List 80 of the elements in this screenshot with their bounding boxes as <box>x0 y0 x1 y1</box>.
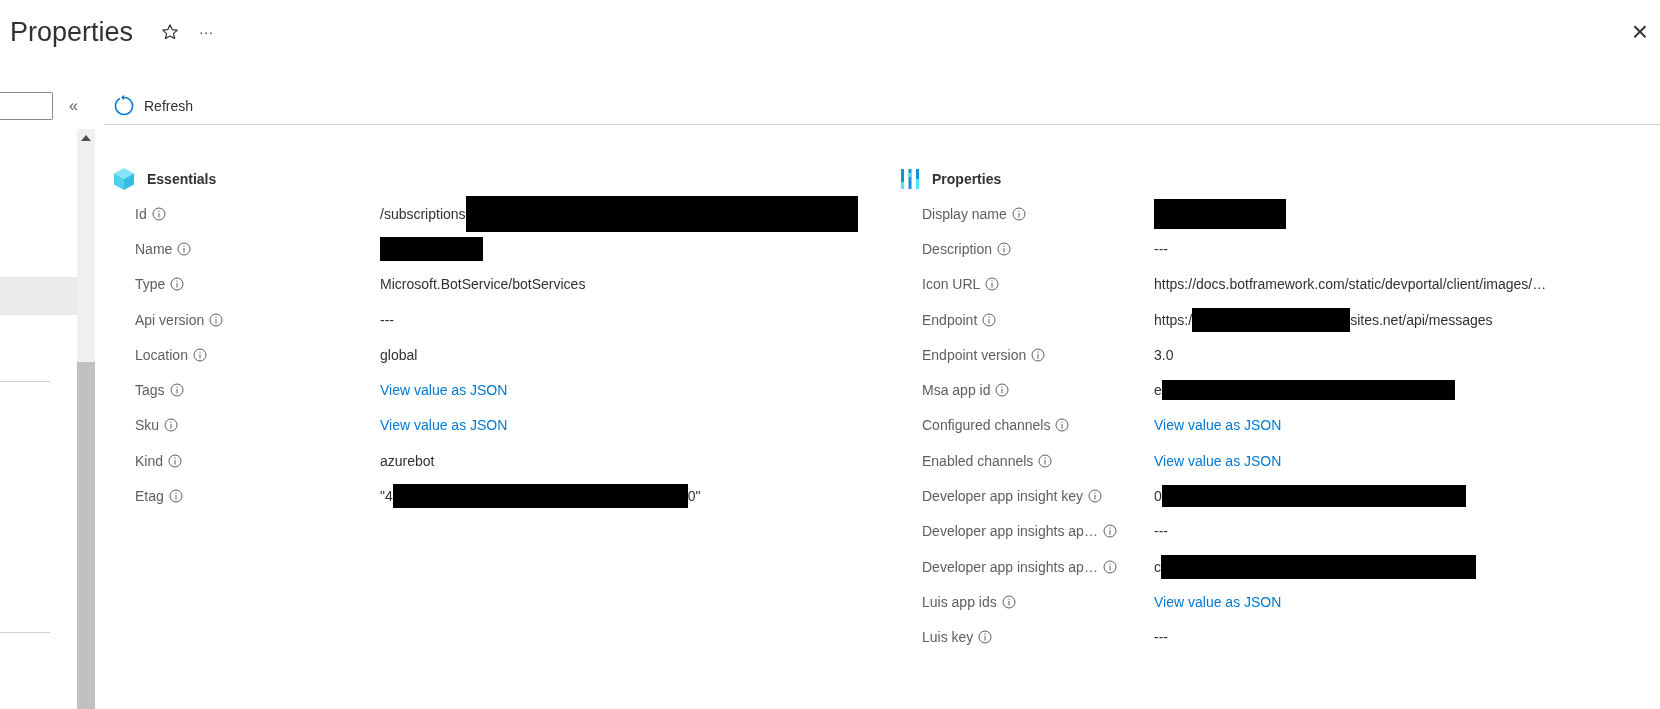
property-label: Luis app ids <box>922 593 997 610</box>
property-label: Api version <box>135 311 205 328</box>
cube-icon <box>113 167 135 191</box>
property-value: --- <box>1154 629 1168 646</box>
info-icon[interactable] <box>982 312 997 327</box>
info-icon[interactable] <box>995 383 1010 398</box>
star-icon[interactable] <box>161 23 180 41</box>
info-icon[interactable] <box>151 206 166 221</box>
property-value: --- <box>1154 240 1168 257</box>
property-label: Etag <box>135 488 164 504</box>
property-label: Luis key <box>922 629 974 646</box>
property-value: sites.net/api/messages <box>1350 311 1493 328</box>
info-icon[interactable] <box>168 453 183 468</box>
property-value: 0" <box>687 488 701 504</box>
property-label: Msa app id <box>922 382 991 399</box>
property-label: Configured channels <box>922 417 1051 434</box>
info-icon[interactable] <box>997 241 1012 256</box>
info-icon[interactable] <box>169 383 184 398</box>
property-label: Sku <box>135 417 160 434</box>
info-icon[interactable] <box>1001 594 1016 609</box>
info-icon[interactable] <box>1102 559 1117 574</box>
more-button[interactable]: ··· <box>199 25 214 39</box>
info-icon[interactable] <box>170 277 185 292</box>
property-label: Developer app insights ap… <box>922 558 1098 575</box>
property-label: Description <box>922 240 993 257</box>
property-value: global <box>380 346 418 363</box>
property-label: Display name <box>922 205 1007 222</box>
page-title: Properties <box>10 16 134 48</box>
property-value: 0 <box>1154 488 1162 504</box>
property-label: Developer app insight key <box>922 488 1084 504</box>
bars-icon <box>900 167 920 191</box>
property-value: e <box>1154 382 1162 399</box>
property-label: Kind <box>135 452 164 469</box>
info-icon[interactable] <box>1031 347 1046 362</box>
property-label: Id <box>135 205 147 222</box>
view-json-link[interactable]: View value as JSON <box>1154 417 1282 434</box>
section-title: Essentials <box>147 171 217 187</box>
info-icon[interactable] <box>1088 489 1103 503</box>
section-title: Properties <box>932 171 1002 187</box>
info-icon[interactable] <box>192 347 207 362</box>
view-json-link[interactable]: View value as JSON <box>380 417 508 434</box>
info-icon[interactable] <box>164 418 179 433</box>
refresh-icon[interactable] <box>113 95 135 117</box>
property-label: Icon URL <box>922 276 981 293</box>
view-json-link[interactable]: View value as JSON <box>1154 593 1282 610</box>
info-icon[interactable] <box>978 630 993 645</box>
property-label: Endpoint version <box>922 346 1027 363</box>
close-button[interactable]: × <box>1631 18 1648 46</box>
property-label: Endpoint <box>922 311 978 328</box>
scroll-up-icon[interactable] <box>81 134 91 142</box>
scrollbar[interactable] <box>77 129 95 709</box>
info-icon[interactable] <box>1011 206 1026 221</box>
property-label: Type <box>135 276 166 293</box>
property-label: Name <box>135 240 173 257</box>
info-icon[interactable] <box>1055 418 1070 433</box>
collapse-button[interactable]: « <box>69 98 78 114</box>
view-json-link[interactable]: View value as JSON <box>380 382 508 399</box>
property-value: https:/ <box>1154 311 1193 328</box>
info-icon[interactable] <box>209 312 224 327</box>
property-label: Enabled channels <box>922 452 1034 469</box>
refresh-button[interactable]: Refresh <box>113 95 194 117</box>
property-value: /subscriptions <box>380 205 466 222</box>
info-icon[interactable] <box>168 489 183 503</box>
info-icon[interactable] <box>1038 453 1053 468</box>
property-label: Developer app insights ap… <box>922 523 1098 540</box>
view-json-link[interactable]: View value as JSON <box>1154 452 1282 469</box>
property-value: --- <box>380 311 394 328</box>
property-value: https://docs.botframework.com/static/devportal/client/images/… <box>1154 276 1547 293</box>
property-value: Microsoft.BotService/botServices <box>380 276 586 293</box>
info-icon[interactable] <box>985 277 1000 292</box>
search-field[interactable] <box>0 92 53 120</box>
property-label: Tags <box>135 382 165 399</box>
property-value: 3.0 <box>1154 346 1174 363</box>
info-icon[interactable] <box>177 241 192 256</box>
property-value: "4 <box>380 488 393 504</box>
info-icon[interactable] <box>1102 524 1117 539</box>
property-value: --- <box>1154 523 1168 540</box>
property-value: azurebot <box>380 452 435 469</box>
property-value: c <box>1154 558 1161 575</box>
property-label: Location <box>135 346 188 363</box>
